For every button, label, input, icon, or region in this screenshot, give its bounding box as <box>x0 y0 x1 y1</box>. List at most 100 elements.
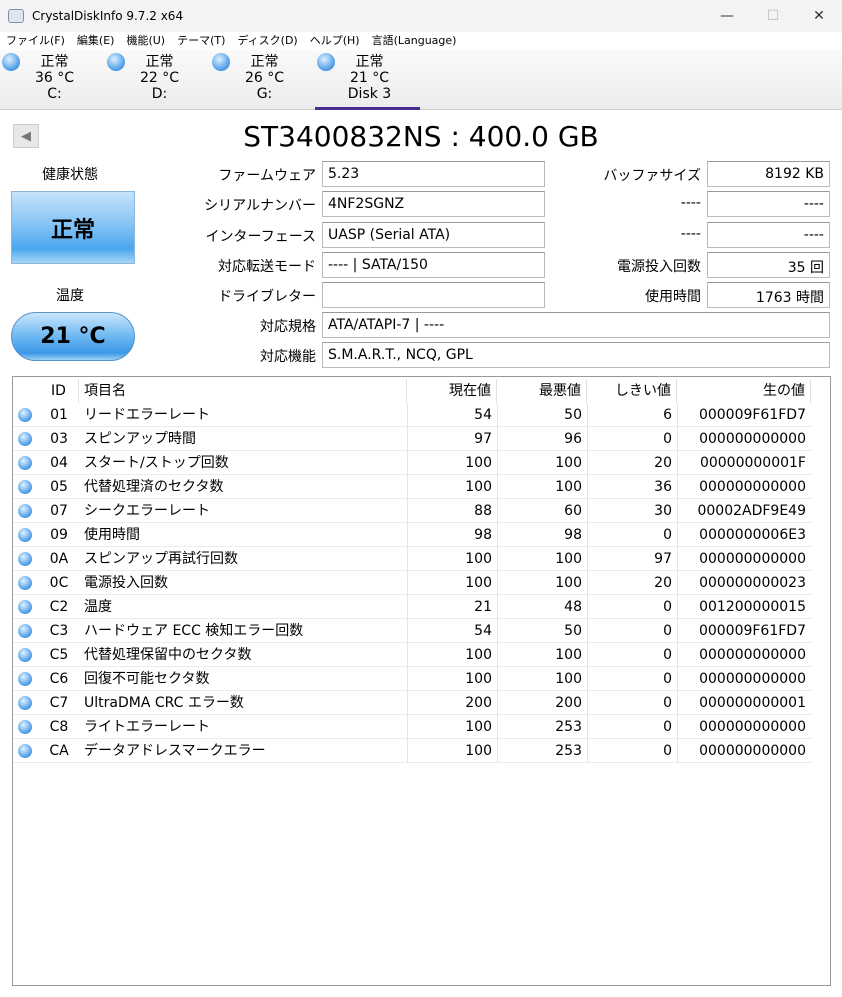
attr-current: 88 <box>407 499 497 523</box>
attr-worst: 98 <box>497 523 587 547</box>
table-row[interactable]: 07 シークエラーレート 88 60 30 00002ADF9E49 <box>13 499 812 523</box>
menu-function[interactable]: 機能(U) <box>126 32 165 50</box>
status-orb-icon <box>18 576 32 590</box>
attr-current: 100 <box>407 547 497 571</box>
disk-name: G: <box>256 86 273 102</box>
attr-raw: 000009F61FD7 <box>677 403 811 427</box>
attr-current: 100 <box>407 667 497 691</box>
menu-language[interactable]: 言語(Language) <box>372 32 457 50</box>
table-row[interactable]: CA データアドレスマークエラー 100 253 0 000000000000 <box>13 739 812 763</box>
temperature-display[interactable]: 21 °C <box>11 312 135 361</box>
table-row[interactable]: C7 UltraDMA CRC エラー数 200 200 0 000000000001 <box>13 691 812 715</box>
attr-name: スピンアップ時間 <box>84 431 196 447</box>
disk-name: Disk 3 <box>347 86 392 102</box>
attr-id: C6 <box>49 671 69 687</box>
attr-current: 100 <box>407 715 497 739</box>
attr-threshold: 0 <box>587 715 677 739</box>
table-row[interactable]: C6 回復不可能セクタ数 100 100 0 000000000000 <box>13 667 812 691</box>
table-row[interactable]: 09 使用時間 98 98 0 0000000006E3 <box>13 523 812 547</box>
attr-threshold: 36 <box>587 475 677 499</box>
header-id[interactable]: ID <box>39 379 79 403</box>
table-row[interactable]: 01 リードエラーレート 54 50 6 000009F61FD7 <box>13 403 812 427</box>
close-button[interactable]: ✕ <box>796 0 842 32</box>
status-orb-icon <box>18 624 32 638</box>
menu-theme[interactable]: テーマ(T) <box>177 32 225 50</box>
buffer-size-label: バッファサイズ <box>603 168 701 184</box>
header-worst[interactable]: 最悪値 <box>497 379 587 403</box>
table-row[interactable]: C8 ライトエラーレート 100 253 0 000000000000 <box>13 715 812 739</box>
header-attribute[interactable]: 項目名 <box>84 379 407 403</box>
minimize-button[interactable]: — <box>704 0 750 32</box>
attr-current: 100 <box>407 475 497 499</box>
table-row[interactable]: 03 スピンアップ時間 97 96 0 000000000000 <box>13 427 812 451</box>
attr-id: C5 <box>49 647 69 663</box>
menu-disk[interactable]: ディスク(D) <box>237 32 297 50</box>
attr-worst: 253 <box>497 739 587 763</box>
attr-current: 100 <box>407 643 497 667</box>
attr-worst: 253 <box>497 715 587 739</box>
table-row[interactable]: 0A スピンアップ再試行回数 100 100 97 000000000000 <box>13 547 812 571</box>
attr-name: 代替処理済のセクタ数 <box>84 479 224 495</box>
attr-worst: 96 <box>497 427 587 451</box>
table-row[interactable]: C3 ハードウェア ECC 検知エラー回数 54 50 0 000009F61FD7 <box>13 619 812 643</box>
header-current[interactable]: 現在値 <box>407 379 497 403</box>
power-on-hours-label: 使用時間 <box>645 289 701 305</box>
attr-raw: 0000000006E3 <box>677 523 811 547</box>
smart-table: ID 項目名 現在値 最悪値 しきい値 生の値 01 リードエラーレート 54 50 6… <box>12 376 831 986</box>
power-on-count-field: 35 回 <box>707 252 830 278</box>
maximize-button[interactable]: ☐ <box>750 0 796 32</box>
header-raw[interactable]: 生の値 <box>677 379 811 403</box>
attr-name: UltraDMA CRC エラー数 <box>84 695 244 711</box>
attr-current: 97 <box>407 427 497 451</box>
serial-field: 4NF2SGNZ <box>322 191 545 217</box>
attr-name: 回復不可能セクタ数 <box>84 671 210 687</box>
attr-threshold: 0 <box>587 619 677 643</box>
disk-tab[interactable]: 正常 36 °C C: <box>0 50 105 109</box>
status-orb-icon <box>18 432 32 446</box>
attr-worst: 100 <box>497 643 587 667</box>
attr-worst: 100 <box>497 451 587 475</box>
attr-raw: 00000000001F <box>677 451 811 475</box>
table-row[interactable]: 0C 電源投入回数 100 100 20 000000000023 <box>13 571 812 595</box>
table-row[interactable]: 04 スタート/ストップ回数 100 100 20 00000000001F <box>13 451 812 475</box>
attr-current: 21 <box>407 595 497 619</box>
table-header: ID 項目名 現在値 最悪値 しきい値 生の値 <box>13 379 812 403</box>
menu-help[interactable]: ヘルプ(H) <box>310 32 360 50</box>
disk-tabs: 正常 36 °C C: 正常 22 °C D: 正常 26 °C G: 正常 21 °C Dis… <box>0 50 842 110</box>
table-row[interactable]: C5 代替処理保留中のセクタ数 100 100 0 000000000000 <box>13 643 812 667</box>
status-orb-icon <box>18 552 32 566</box>
attr-name: 代替処理保留中のセクタ数 <box>84 647 252 663</box>
header-threshold[interactable]: しきい値 <box>587 379 677 403</box>
attr-worst: 50 <box>497 403 587 427</box>
status-orb-icon <box>18 408 32 422</box>
disk-tab-selected[interactable]: 正常 21 °C Disk 3 <box>315 50 420 110</box>
health-label: 健康状態 <box>42 167 98 183</box>
app-icon <box>8 9 24 23</box>
disk-temp: 36 °C <box>34 70 75 86</box>
blank-label-2: ---- <box>680 226 701 242</box>
status-orb-icon <box>2 53 20 71</box>
status-orb-icon <box>18 528 32 542</box>
window-title: CrystalDiskInfo 9.7.2 x64 <box>32 9 184 23</box>
temperature-label: 温度 <box>56 288 84 304</box>
table-row[interactable]: 05 代替処理済のセクタ数 100 100 36 000000000000 <box>13 475 812 499</box>
status-orb-icon <box>18 672 32 686</box>
attr-worst: 50 <box>497 619 587 643</box>
features-field: S.M.A.R.T., NCQ, GPL <box>322 342 830 368</box>
health-status-button[interactable]: 正常 <box>11 191 135 264</box>
attr-current: 100 <box>407 451 497 475</box>
table-row[interactable]: C2 温度 21 48 0 001200000015 <box>13 595 812 619</box>
power-on-count-label: 電源投入回数 <box>617 259 701 275</box>
menu-file[interactable]: ファイル(F) <box>6 32 65 50</box>
attr-current: 98 <box>407 523 497 547</box>
transfer-mode-label: 対応転送モード <box>218 259 316 275</box>
attr-threshold: 97 <box>587 547 677 571</box>
disk-tab[interactable]: 正常 22 °C D: <box>105 50 210 109</box>
status-orb-icon <box>18 720 32 734</box>
attr-threshold: 0 <box>587 739 677 763</box>
disk-temp: 22 °C <box>139 70 180 86</box>
attr-threshold: 20 <box>587 451 677 475</box>
disk-tab[interactable]: 正常 26 °C G: <box>210 50 315 109</box>
menu-edit[interactable]: 編集(E) <box>77 32 115 50</box>
attr-name: リードエラーレート <box>84 407 210 423</box>
